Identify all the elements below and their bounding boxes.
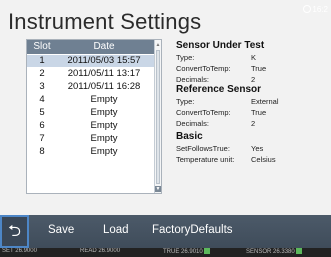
- field-value: 2: [251, 75, 256, 84]
- slot-number: 1: [39, 55, 45, 66]
- field-value: K: [251, 53, 257, 62]
- sensor-under-test-title: Sensor Under Test: [176, 40, 265, 51]
- page-title: Instrument Settings: [8, 9, 202, 34]
- slot-date: Empty: [90, 107, 118, 118]
- reading-sensor: SENSOR 26.3380: [246, 248, 302, 255]
- reading-label: READ: [80, 248, 97, 254]
- slot-number: 4: [39, 94, 45, 105]
- slot-date: Empty: [90, 146, 118, 157]
- scroll-down-arrow-icon[interactable]: ▼: [155, 186, 161, 192]
- field-label: Type:: [176, 53, 195, 62]
- sut-convert-row: ConvertToTemp: True: [176, 64, 326, 74]
- slot-number: 5: [39, 107, 45, 118]
- slot-row[interactable]: 2 2011/05/11 13:17: [27, 68, 155, 80]
- reading-value: 26.9010: [181, 249, 203, 255]
- status-ok-icon: [295, 248, 302, 254]
- slot-date: Empty: [90, 94, 118, 105]
- reading-read: READ 26.9000: [80, 248, 120, 254]
- instrument-settings-screen: Instrument Settings 16:2 Slot Date 1 201…: [0, 0, 331, 257]
- basic-unit-row: Temperature unit: Celsius: [176, 155, 326, 165]
- reading-label: TRUE: [163, 249, 180, 255]
- reading-label: SET: [2, 248, 14, 254]
- slot-number: 3: [39, 81, 45, 92]
- field-value: True: [251, 108, 267, 117]
- slot-row[interactable]: 3 2011/05/11 16:28: [27, 81, 155, 93]
- field-label: Decimals:: [176, 119, 209, 128]
- slot-date: 2011/05/03 15:57: [67, 55, 141, 66]
- basic-setfollows-row: SetFollowsTrue: Yes: [176, 144, 326, 154]
- reading-set: SET 26.9000: [2, 248, 37, 254]
- slot-number: 2: [39, 68, 45, 79]
- slot-column-header: Slot: [33, 41, 51, 52]
- field-value: True: [251, 64, 267, 73]
- slot-row[interactable]: 4 Empty: [27, 94, 155, 106]
- reading-value: 26.3380: [273, 249, 295, 255]
- basic-title: Basic: [176, 131, 203, 142]
- clock-icon: [303, 5, 312, 13]
- status-ok-icon: [203, 248, 210, 254]
- reading-value: 26.9000: [15, 248, 37, 254]
- field-label: Type:: [176, 97, 195, 106]
- slot-number: 8: [39, 146, 45, 157]
- slot-number: 7: [39, 133, 45, 144]
- field-value: 2: [251, 119, 256, 128]
- slot-table-scrollbar[interactable]: ▲ ▼: [154, 40, 161, 193]
- status-clock: 16:2: [303, 5, 328, 14]
- slot-table: Slot Date 1 2011/05/03 15:57 2 2011/05/1…: [26, 39, 162, 194]
- slot-date: 2011/05/11 16:28: [67, 81, 141, 92]
- clock-time: 16:2: [312, 5, 328, 14]
- reading-strip: SET 26.9000 READ 26.9000 TRUE 26.9010 SE…: [0, 248, 331, 257]
- slot-date: Empty: [90, 120, 118, 131]
- reference-sensor-title: Reference Sensor: [176, 84, 262, 95]
- reading-true: TRUE 26.9010: [163, 248, 210, 255]
- reading-value: 26.9000: [98, 248, 121, 254]
- slot-date: 2011/05/11 13:17: [67, 68, 141, 79]
- slot-table-header: Slot Date: [27, 40, 155, 54]
- back-button[interactable]: ⮌: [0, 215, 29, 248]
- slot-date: Empty: [90, 133, 118, 144]
- sut-type-row: Type: K: [176, 53, 326, 63]
- ref-convert-row: ConvertToTemp: True: [176, 108, 326, 118]
- back-arrow-icon: ⮌: [8, 223, 21, 240]
- bottom-toolbar: ⮌ Save Load FactoryDefaults: [0, 215, 331, 248]
- slot-row[interactable]: 5 Empty: [27, 107, 155, 119]
- date-column-header: Date: [93, 41, 115, 52]
- load-button[interactable]: Load: [103, 224, 129, 236]
- ref-type-row: Type: External: [176, 97, 326, 107]
- field-label: SetFollowsTrue:: [176, 144, 230, 153]
- scroll-up-arrow-icon[interactable]: ▲: [155, 42, 161, 48]
- scrollbar-thumb[interactable]: [156, 50, 160, 184]
- slot-row[interactable]: 6 Empty: [27, 120, 155, 132]
- slot-row[interactable]: 1 2011/05/03 15:57: [27, 55, 155, 67]
- factory-defaults-button[interactable]: FactoryDefaults: [152, 224, 233, 236]
- field-value: Celsius: [251, 155, 276, 164]
- slot-number: 6: [39, 120, 45, 131]
- field-value: Yes: [251, 144, 264, 153]
- field-label: ConvertToTemp:: [176, 64, 231, 73]
- reading-label: SENSOR: [246, 249, 272, 255]
- field-label: ConvertToTemp:: [176, 108, 231, 117]
- ref-decimals-row: Decimals: 2: [176, 119, 326, 129]
- save-button[interactable]: Save: [48, 224, 74, 236]
- field-value: External: [251, 97, 279, 106]
- field-label: Decimals:: [176, 75, 209, 84]
- slot-row[interactable]: 8 Empty: [27, 146, 155, 158]
- field-label: Temperature unit:: [176, 155, 235, 164]
- slot-row[interactable]: 7 Empty: [27, 133, 155, 145]
